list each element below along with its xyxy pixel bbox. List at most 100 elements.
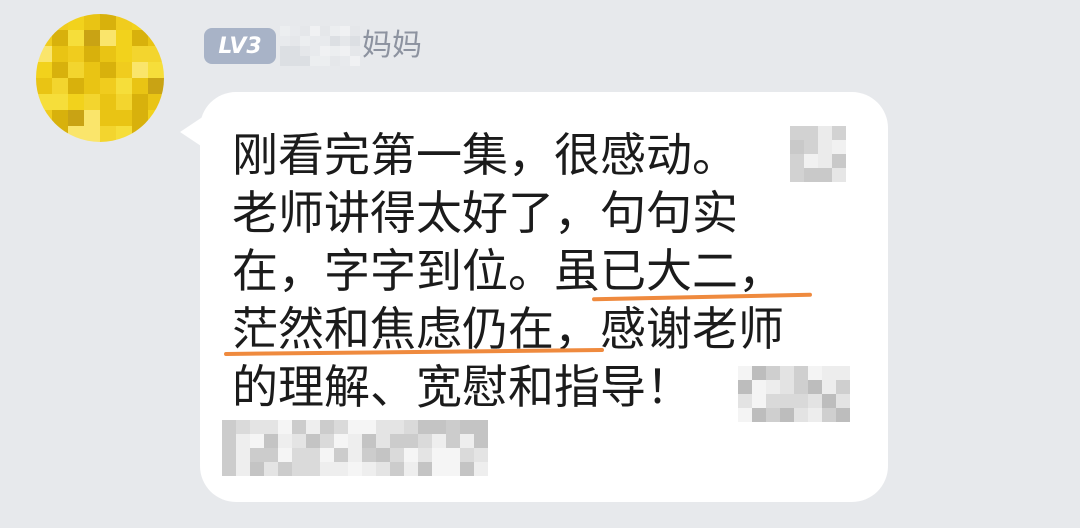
mosaic-pixel (52, 110, 68, 126)
message-line: 刚看完第一集，很感动。 (232, 126, 872, 184)
mosaic-pixel (350, 36, 360, 46)
mosaic-pixel (306, 434, 320, 448)
message-line: 老师讲得太好了，句句实 (232, 184, 872, 242)
mosaic-pixel (376, 462, 390, 476)
sender-avatar[interactable] (36, 14, 164, 142)
mosaic-pixel (68, 46, 84, 62)
mosaic-pixel (320, 420, 334, 434)
mosaic-pixel (52, 14, 68, 30)
mosaic-pixel (36, 46, 52, 62)
mosaic-pixel (320, 434, 334, 448)
nickname-redacted (280, 26, 360, 66)
mosaic-pixel (790, 126, 804, 140)
mosaic-pixel (460, 462, 474, 476)
mosaic-pixel (290, 36, 300, 46)
mosaic-pixel (390, 448, 404, 462)
mosaic-pixel (116, 94, 132, 110)
mosaic-pixel (738, 394, 752, 408)
mosaic-pixel (808, 408, 822, 422)
mosaic-pixel (300, 36, 310, 46)
mosaic-pixel (132, 46, 148, 62)
mosaic-pixel (148, 94, 164, 110)
mosaic-pixel (766, 394, 780, 408)
mosaic-pixel (116, 110, 132, 126)
mosaic-pixel (362, 420, 376, 434)
mosaic-pixel (280, 46, 290, 56)
mosaic-pixel (300, 26, 310, 36)
mosaic-pixel (794, 408, 808, 422)
mosaic-pixel (310, 26, 320, 36)
mosaic-pixel (320, 448, 334, 462)
mosaic-pixel (278, 420, 292, 434)
mosaic-pixel (432, 420, 446, 434)
mosaic-pixel (446, 448, 460, 462)
mosaic-pixel (84, 14, 100, 30)
mosaic-pixel (320, 26, 330, 36)
mosaic-pixel (418, 462, 432, 476)
mosaic-pixel (306, 448, 320, 462)
mosaic-pixel (264, 448, 278, 462)
redacted-block (790, 126, 846, 182)
mosaic-pixel (320, 462, 334, 476)
mosaic-pixel (804, 126, 818, 140)
mosaic-pixel (780, 380, 794, 394)
mosaic-pixel (790, 140, 804, 154)
mosaic-pixel (780, 408, 794, 422)
mosaic-pixel (350, 56, 360, 66)
mosaic-pixel (278, 448, 292, 462)
mosaic-pixel (278, 462, 292, 476)
mosaic-pixel (822, 408, 836, 422)
mosaic-pixel (330, 26, 340, 36)
mosaic-pixel (100, 62, 116, 78)
mosaic-pixel (132, 14, 148, 30)
mosaic-pixel (116, 78, 132, 94)
mosaic-pixel (766, 380, 780, 394)
mosaic-pixel (236, 420, 250, 434)
mosaic-pixel (804, 154, 818, 168)
mosaic-pixel (836, 394, 850, 408)
mosaic-pixel (132, 78, 148, 94)
mosaic-pixel (822, 380, 836, 394)
mosaic-pixel (404, 462, 418, 476)
mosaic-pixel (780, 366, 794, 380)
mosaic-pixel (68, 14, 84, 30)
mosaic-pixel (84, 62, 100, 78)
mosaic-pixel (836, 366, 850, 380)
mosaic-pixel (222, 420, 236, 434)
message-line: 在，字字到位。虽已大二， (232, 242, 872, 300)
mosaic-pixel (460, 434, 474, 448)
mosaic-pixel (250, 420, 264, 434)
redacted-block (222, 420, 488, 476)
mosaic-pixel (350, 46, 360, 56)
mosaic-pixel (822, 366, 836, 380)
mosaic-pixel (148, 62, 164, 78)
mosaic-pixel (738, 380, 752, 394)
mosaic-pixel (822, 394, 836, 408)
mosaic-pixel (752, 366, 766, 380)
mosaic-pixel (36, 14, 52, 30)
mosaic-pixel (290, 26, 300, 36)
mosaic-pixel (52, 30, 68, 46)
mosaic-pixel (84, 46, 100, 62)
mosaic-pixel (790, 168, 804, 182)
mosaic-pixel (738, 366, 752, 380)
mosaic-pixel (376, 420, 390, 434)
mosaic-pixel (132, 30, 148, 46)
mosaic-pixel (100, 46, 116, 62)
mosaic-pixel (116, 46, 132, 62)
mosaic-pixel (280, 26, 290, 36)
mosaic-pixel (292, 462, 306, 476)
mosaic-pixel (780, 394, 794, 408)
mosaic-pixel (236, 462, 250, 476)
mosaic-pixel (474, 462, 488, 476)
mosaic-pixel (446, 462, 460, 476)
mosaic-pixel (804, 168, 818, 182)
mosaic-pixel (808, 394, 822, 408)
mosaic-pixel (236, 448, 250, 462)
mosaic-pixel (320, 36, 330, 46)
mosaic-pixel (818, 154, 832, 168)
mosaic-pixel (432, 434, 446, 448)
mosaic-pixel (36, 30, 52, 46)
mosaic-pixel (290, 56, 300, 66)
mosaic-pixel (52, 46, 68, 62)
